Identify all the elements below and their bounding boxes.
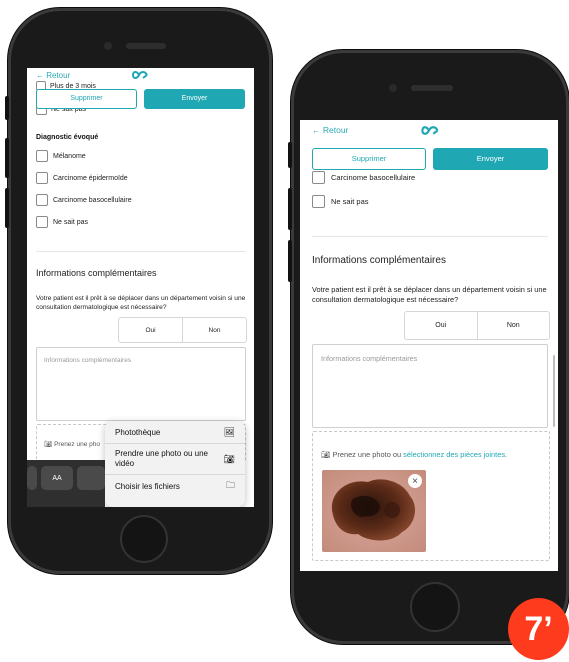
upload-text: 📷︎ Prenez une photo ou sélectionnez des … (321, 450, 507, 459)
home-button[interactable] (410, 582, 460, 632)
back-link[interactable]: ← Retour (36, 71, 70, 80)
yes-option[interactable]: Oui (405, 312, 477, 339)
scrollbar[interactable] (553, 355, 555, 427)
textarea-placeholder: Informations complémentaires (44, 357, 132, 364)
volume-up-button (5, 138, 9, 178)
keyboard-key[interactable] (27, 466, 37, 490)
menu-item-phototheque[interactable]: Photothèque 🖼︎ (105, 421, 245, 444)
menu-item-label: Photothèque (115, 427, 161, 437)
travel-question: Votre patient est il prêt à se déplacer … (312, 285, 547, 304)
option-carcinome-epidermoide[interactable]: Carcinome épidermoïde (36, 172, 128, 184)
remove-attachment-button[interactable]: × (408, 474, 422, 488)
menu-item-label: Choisir les fichiers (115, 481, 180, 491)
no-option[interactable]: Non (182, 318, 246, 342)
section-divider (312, 236, 548, 237)
textarea-placeholder: Informations complémentaires (321, 354, 418, 363)
option-label: Ne sait pas (53, 218, 89, 226)
no-option[interactable]: Non (476, 312, 550, 339)
checkbox[interactable] (36, 150, 48, 162)
option-label: Ne sait pas (331, 197, 369, 206)
checkbox[interactable] (312, 171, 325, 184)
upload-end: . (505, 450, 508, 459)
upload-zone[interactable]: 📷︎ Prenez une photo ou sélectionnez des … (312, 431, 550, 561)
back-link[interactable]: ← Retour (312, 125, 348, 135)
info-textarea[interactable]: Informations complémentaires (36, 347, 246, 421)
yes-no-toggle[interactable]: Oui Non (404, 311, 550, 340)
checkbox[interactable] (36, 172, 48, 184)
front-camera (389, 84, 397, 92)
info-textarea[interactable]: Informations complémentaires (312, 344, 548, 428)
upload-label: Prenez une photo ou (332, 450, 402, 459)
logo-icon (131, 71, 148, 79)
volume-up-button (288, 188, 292, 230)
send-button[interactable]: Envoyer (433, 148, 548, 170)
text-size-key[interactable]: AA (41, 466, 73, 490)
diagnostic-title: Diagnostic évoqué (36, 134, 99, 141)
folder-icon: 🗀︎ (225, 480, 235, 490)
select-attachments-link[interactable]: sélectionnez des pièces jointes (403, 450, 505, 459)
mute-switch (288, 142, 292, 168)
info-section-title: Informations complémentaires (312, 255, 446, 266)
yes-option[interactable]: Oui (119, 318, 182, 342)
send-button[interactable]: Envoyer (144, 89, 245, 109)
info-section-title: Informations complémentaires (36, 268, 157, 278)
photo-library-icon: 🖼︎ (223, 426, 235, 437)
menu-item-take-photo[interactable]: Prendre une photo ou une vidéo 📷︎ (105, 444, 245, 475)
upload-text: 📷︎ Prenez une pho (44, 440, 100, 448)
camera-icon: 📷︎ (223, 453, 235, 464)
front-camera (104, 42, 112, 50)
option-ne-sait-pas[interactable]: Ne sait pas (312, 195, 369, 208)
camera-icon: 📷︎ (321, 450, 331, 459)
volume-down-button (288, 240, 292, 282)
right-nav-bar: ← Retour (300, 120, 558, 140)
upload-label: Prenez une pho (54, 441, 100, 448)
attachment-thumbnail[interactable]: × (322, 470, 426, 552)
option-ne-sait-pas[interactable]: Ne sait pas (36, 216, 88, 228)
file-picker-menu: Photothèque 🖼︎ Prendre une photo ou une … (105, 421, 245, 507)
earpiece-speaker (126, 43, 166, 49)
checkbox[interactable] (312, 195, 325, 208)
home-button[interactable] (120, 515, 168, 563)
section-divider (36, 251, 246, 252)
delete-button[interactable]: Supprimer (36, 89, 137, 109)
option-label: Mélanome (53, 152, 86, 160)
timer-badge: 7’ (508, 598, 569, 660)
volume-down-button (5, 188, 9, 228)
left-screen: ← Retour Plus de 3 mois Ne sait pas Supp… (27, 68, 254, 507)
travel-question: Votre patient est il prêt à se déplacer … (36, 295, 246, 311)
option-melanome[interactable]: Mélanome (36, 150, 86, 162)
option-label: Carcinome basocellulaire (53, 196, 132, 204)
delete-button[interactable]: Supprimer (312, 148, 426, 170)
logo-icon (421, 126, 439, 135)
menu-item-label: Prendre une photo ou une vidéo (115, 449, 208, 468)
option-carcinome-basocellulaire[interactable]: Carcinome basocellulaire (36, 194, 132, 206)
checkbox[interactable] (36, 216, 48, 228)
mute-switch (5, 96, 9, 120)
right-screen: ← Retour Supprimer Envoyer Carcinome bas… (300, 120, 558, 571)
camera-icon: 📷︎ (44, 441, 53, 448)
yes-no-toggle[interactable]: Oui Non (118, 317, 247, 343)
option-carcinome-basocellulaire[interactable]: Carcinome basocellulaire (312, 171, 415, 184)
keyboard-key[interactable] (77, 466, 105, 490)
earpiece-speaker (411, 85, 453, 91)
checkbox[interactable] (36, 194, 48, 206)
option-label: Carcinome épidermoïde (53, 174, 128, 182)
option-label: Carcinome basocellulaire (331, 173, 416, 182)
menu-item-choose-files[interactable]: Choisir les fichiers 🗀︎ (105, 475, 245, 497)
